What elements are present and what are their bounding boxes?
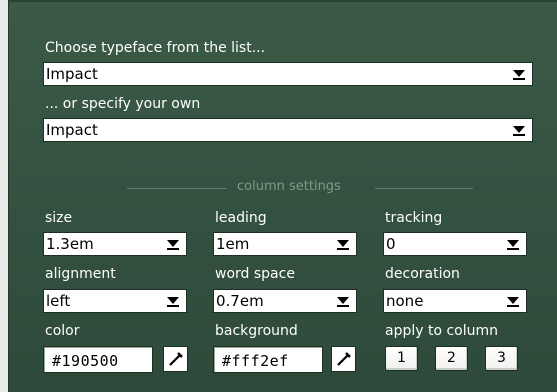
leading-select[interactable]: 1em bbox=[213, 232, 357, 256]
background-color-input[interactable]: #fff2ef bbox=[213, 346, 323, 373]
chevron-down-icon[interactable] bbox=[511, 67, 527, 81]
chevron-down-icon[interactable] bbox=[505, 237, 521, 251]
apply-to-column-label: apply to column bbox=[385, 323, 499, 339]
word-space-select[interactable]: 0.7em bbox=[213, 289, 357, 313]
decoration-value: none bbox=[386, 292, 424, 310]
word-space-value: 0.7em bbox=[216, 292, 264, 310]
alignment-label: alignment bbox=[45, 266, 116, 282]
chevron-down-icon[interactable] bbox=[165, 237, 181, 251]
chevron-down-icon[interactable] bbox=[505, 294, 521, 308]
typeface-list-label: Choose typeface from the list... bbox=[45, 40, 266, 56]
column-settings-heading: column settings bbox=[237, 179, 341, 194]
tracking-value: 0 bbox=[386, 235, 396, 253]
chevron-down-icon[interactable] bbox=[511, 123, 527, 137]
leading-label: leading bbox=[215, 210, 267, 226]
alignment-value: left bbox=[46, 292, 71, 310]
chevron-down-icon[interactable] bbox=[335, 294, 351, 308]
typeface-select-value: Impact bbox=[46, 65, 98, 83]
tracking-label: tracking bbox=[385, 210, 443, 226]
background-color-value: #fff2ef bbox=[222, 352, 289, 370]
settings-panel: Choose typeface from the list... Impact … bbox=[8, 0, 557, 392]
separator-line-left bbox=[127, 188, 227, 189]
tracking-select[interactable]: 0 bbox=[383, 232, 527, 256]
word-space-label: word space bbox=[215, 266, 295, 282]
background-label: background bbox=[215, 323, 298, 339]
custom-typeface-value: Impact bbox=[46, 121, 98, 139]
size-label: size bbox=[45, 210, 73, 226]
eyedropper-icon bbox=[169, 352, 183, 366]
custom-typeface-input[interactable]: Impact bbox=[43, 118, 533, 142]
background-picker-button[interactable] bbox=[331, 346, 356, 372]
color-label: color bbox=[45, 323, 80, 339]
leading-value: 1em bbox=[216, 235, 250, 253]
color-value: #190500 bbox=[52, 352, 119, 370]
decoration-label: decoration bbox=[385, 266, 460, 282]
alignment-select[interactable]: left bbox=[43, 289, 187, 313]
separator-line-right bbox=[375, 188, 473, 189]
chevron-down-icon[interactable] bbox=[335, 237, 351, 251]
color-picker-button[interactable] bbox=[163, 346, 188, 372]
decoration-select[interactable]: none bbox=[383, 289, 527, 313]
typeface-select[interactable]: Impact bbox=[43, 62, 533, 86]
size-select[interactable]: 1.3em bbox=[43, 232, 187, 256]
custom-typeface-label: ... or specify your own bbox=[45, 96, 201, 112]
chevron-down-icon[interactable] bbox=[165, 294, 181, 308]
eyedropper-icon bbox=[337, 352, 351, 366]
color-input[interactable]: #190500 bbox=[43, 346, 153, 373]
apply-column-3-button[interactable]: 3 bbox=[485, 346, 518, 371]
size-value: 1.3em bbox=[46, 235, 94, 253]
apply-column-2-button[interactable]: 2 bbox=[435, 346, 468, 371]
apply-column-1-button[interactable]: 1 bbox=[385, 346, 418, 371]
